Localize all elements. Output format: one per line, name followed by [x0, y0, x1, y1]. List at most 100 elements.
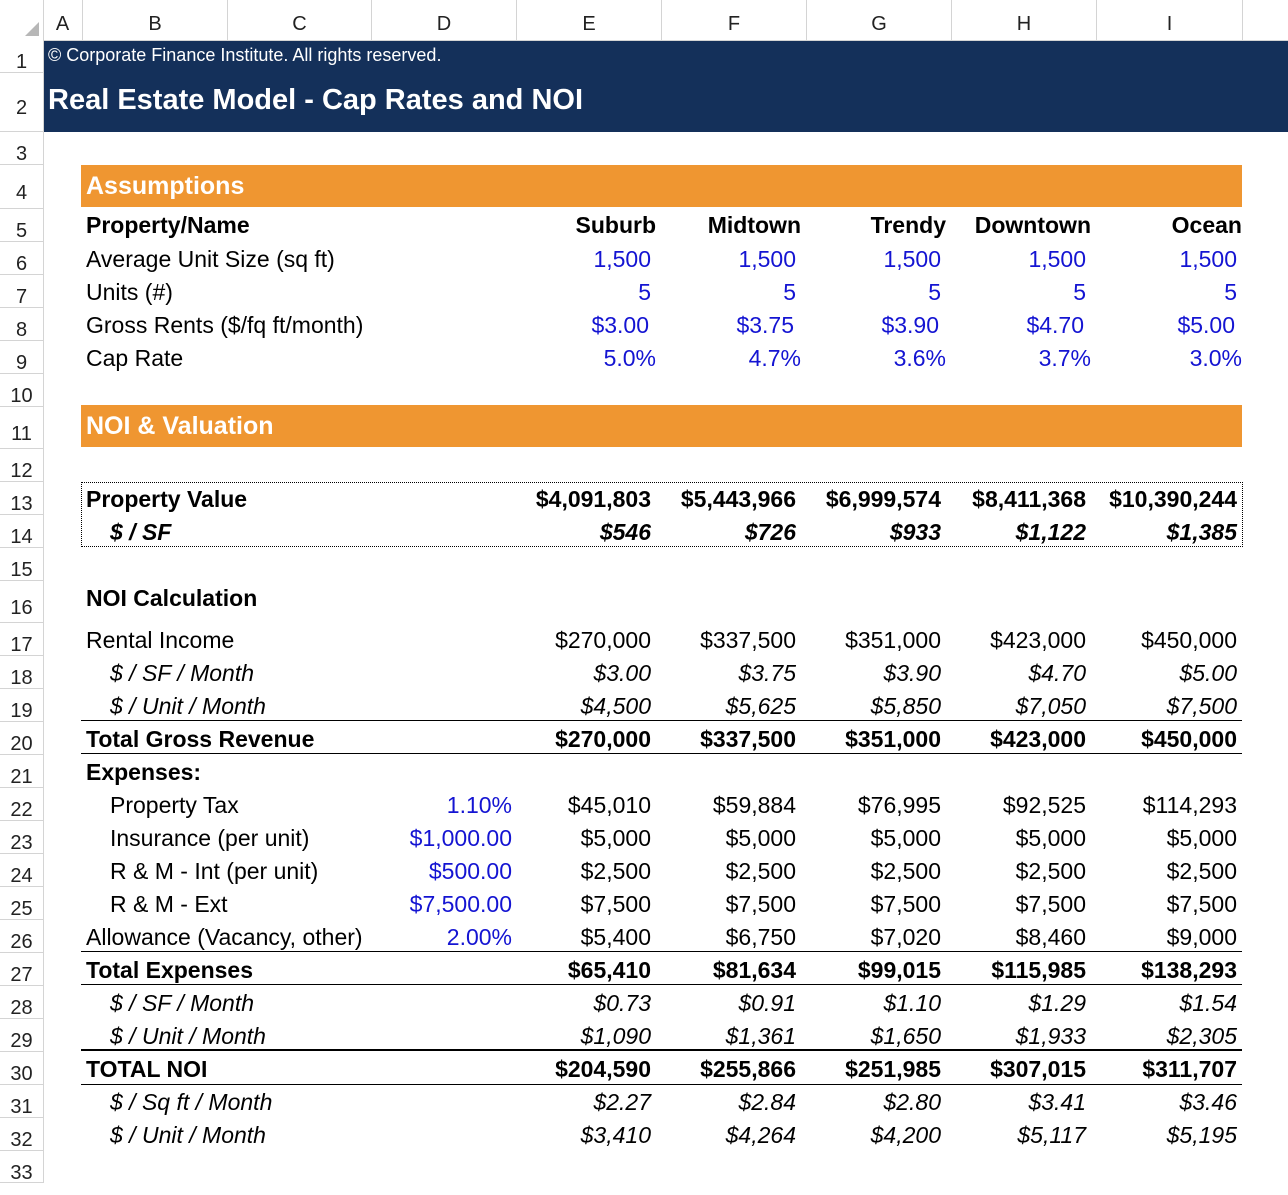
row-header-3[interactable]: 3 — [0, 132, 43, 165]
select-all-corner[interactable] — [0, 0, 44, 40]
noi-valuation-title: NOI & Valuation — [86, 412, 274, 440]
value-cell: $2.80 — [883, 1089, 941, 1115]
row-header-20[interactable]: 20 — [0, 722, 43, 755]
column-header-f[interactable]: F — [662, 0, 807, 40]
column-header-c[interactable]: C — [228, 0, 372, 40]
row-header-27[interactable]: 27 — [0, 953, 43, 986]
value-cell: $2,500 — [1166, 858, 1237, 884]
column-header-g[interactable]: G — [807, 0, 952, 40]
row-header-8[interactable]: 8 — [0, 308, 43, 341]
column-header-d[interactable]: D — [372, 0, 517, 40]
divider-line — [81, 984, 1242, 985]
row-header-26[interactable]: 26 — [0, 920, 43, 953]
row-header-22[interactable]: 22 — [0, 788, 43, 821]
value-cell: $7,020 — [870, 924, 941, 950]
row-header-21[interactable]: 21 — [0, 755, 43, 788]
expense-label: Property Tax — [110, 792, 239, 818]
assumption-value: 3.7% — [1038, 345, 1091, 371]
value-cell: $7,500 — [1166, 891, 1237, 917]
property-header-midtown: Midtown — [707, 212, 801, 238]
value-cell: $9,000 — [1166, 924, 1237, 950]
assumption-label: Units (#) — [86, 279, 173, 305]
expense-input: 1.10% — [446, 792, 512, 818]
row-header-9[interactable]: 9 — [0, 341, 43, 374]
row-label: $ / SF / Month — [110, 990, 255, 1016]
divider-line — [81, 1049, 1242, 1051]
row-header-11[interactable]: 11 — [0, 407, 43, 449]
row-header-23[interactable]: 23 — [0, 821, 43, 854]
row-label: $ / Unit / Month — [110, 1122, 266, 1148]
value-cell: $45,010 — [567, 792, 651, 818]
row-header-28[interactable]: 28 — [0, 986, 43, 1019]
row-header-24[interactable]: 24 — [0, 854, 43, 887]
value-cell: $5,850 — [870, 693, 941, 719]
row-header-4[interactable]: 4 — [0, 165, 43, 209]
column-header-b[interactable]: B — [83, 0, 228, 40]
row-label: Rental Income — [86, 627, 235, 653]
row-header-bar: 1 2 3 4 5 6 7 8 9 10 11 12 13 14 15 16 17 18 19 20 21 22 23 24 2… — [0, 40, 44, 1184]
assumption-label: Gross Rents ($/fq ft/month) — [86, 312, 364, 338]
expense-input: $1,000.00 — [409, 825, 512, 851]
row-header-10[interactable]: 10 — [0, 374, 43, 407]
value-cell: $1,090 — [580, 1023, 651, 1049]
value-cell: $4,091,803 — [535, 486, 651, 512]
value-cell: $7,500 — [1015, 891, 1086, 917]
row-header-15[interactable]: 15 — [0, 548, 43, 581]
value-cell: $0.73 — [593, 990, 651, 1016]
value-cell: $1,361 — [725, 1023, 796, 1049]
value-cell: $99,015 — [857, 957, 941, 983]
row-header-31[interactable]: 31 — [0, 1085, 43, 1118]
assumption-value: 5 — [783, 279, 796, 305]
row-header-33[interactable]: 33 — [0, 1151, 43, 1184]
assumption-value: $3.90 — [881, 312, 939, 338]
assumption-label: Cap Rate — [86, 345, 184, 371]
value-cell: $10,390,244 — [1109, 486, 1237, 512]
value-cell: $933 — [889, 519, 941, 545]
row-header-16[interactable]: 16 — [0, 581, 43, 623]
assumption-value: $3.00 — [591, 312, 649, 338]
column-header-a[interactable]: A — [43, 0, 83, 40]
row-header-12[interactable]: 12 — [0, 449, 43, 482]
value-cell: $2,500 — [870, 858, 941, 884]
row-header-30[interactable]: 30 — [0, 1052, 43, 1085]
column-header-e[interactable]: E — [517, 0, 662, 40]
row-header-14[interactable]: 14 — [0, 515, 43, 548]
row-header-13[interactable]: 13 — [0, 482, 43, 515]
row-header-2[interactable]: 2 — [0, 73, 43, 132]
row-header-18[interactable]: 18 — [0, 656, 43, 689]
column-header-bar: A B C D E F G H I — [0, 0, 1288, 41]
value-cell: $115,985 — [991, 957, 1086, 983]
value-cell: $59,884 — [712, 792, 796, 818]
assumption-value: $4.70 — [1026, 312, 1084, 338]
row-header-1[interactable]: 1 — [0, 40, 43, 73]
row-header-29[interactable]: 29 — [0, 1019, 43, 1052]
value-cell: $4,500 — [580, 693, 651, 719]
row-label: $ / SF / Month — [110, 660, 255, 686]
property-name-label: Property/Name — [86, 212, 250, 238]
column-header-h[interactable]: H — [952, 0, 1097, 40]
value-cell: $5,000 — [870, 825, 941, 851]
row-header-6[interactable]: 6 — [0, 242, 43, 275]
assumption-value: $3.75 — [736, 312, 794, 338]
row-label: $ / Unit / Month — [110, 693, 266, 719]
value-cell: $2,500 — [725, 858, 796, 884]
row-header-19[interactable]: 19 — [0, 689, 43, 722]
value-cell: $65,410 — [567, 957, 651, 983]
row-label: Total Gross Revenue — [86, 726, 315, 752]
column-header-i[interactable]: I — [1097, 0, 1243, 40]
value-cell: $351,000 — [845, 627, 941, 653]
value-cell: $3.46 — [1179, 1089, 1237, 1115]
row-header-25[interactable]: 25 — [0, 887, 43, 920]
value-cell: $2,500 — [580, 858, 651, 884]
value-cell: $92,525 — [1002, 792, 1086, 818]
expenses-label: Expenses: — [86, 759, 202, 785]
row-header-5[interactable]: 5 — [0, 209, 43, 242]
value-cell: $2.27 — [593, 1089, 651, 1115]
noi-valuation-section-header: NOI & Valuation — [81, 405, 1242, 447]
property-header-ocean: Ocean — [1171, 212, 1242, 238]
row-header-7[interactable]: 7 — [0, 275, 43, 308]
row-header-17[interactable]: 17 — [0, 623, 43, 656]
assumptions-title: Assumptions — [86, 172, 245, 200]
value-cell: $8,411,368 — [972, 486, 1086, 512]
row-header-32[interactable]: 32 — [0, 1118, 43, 1151]
